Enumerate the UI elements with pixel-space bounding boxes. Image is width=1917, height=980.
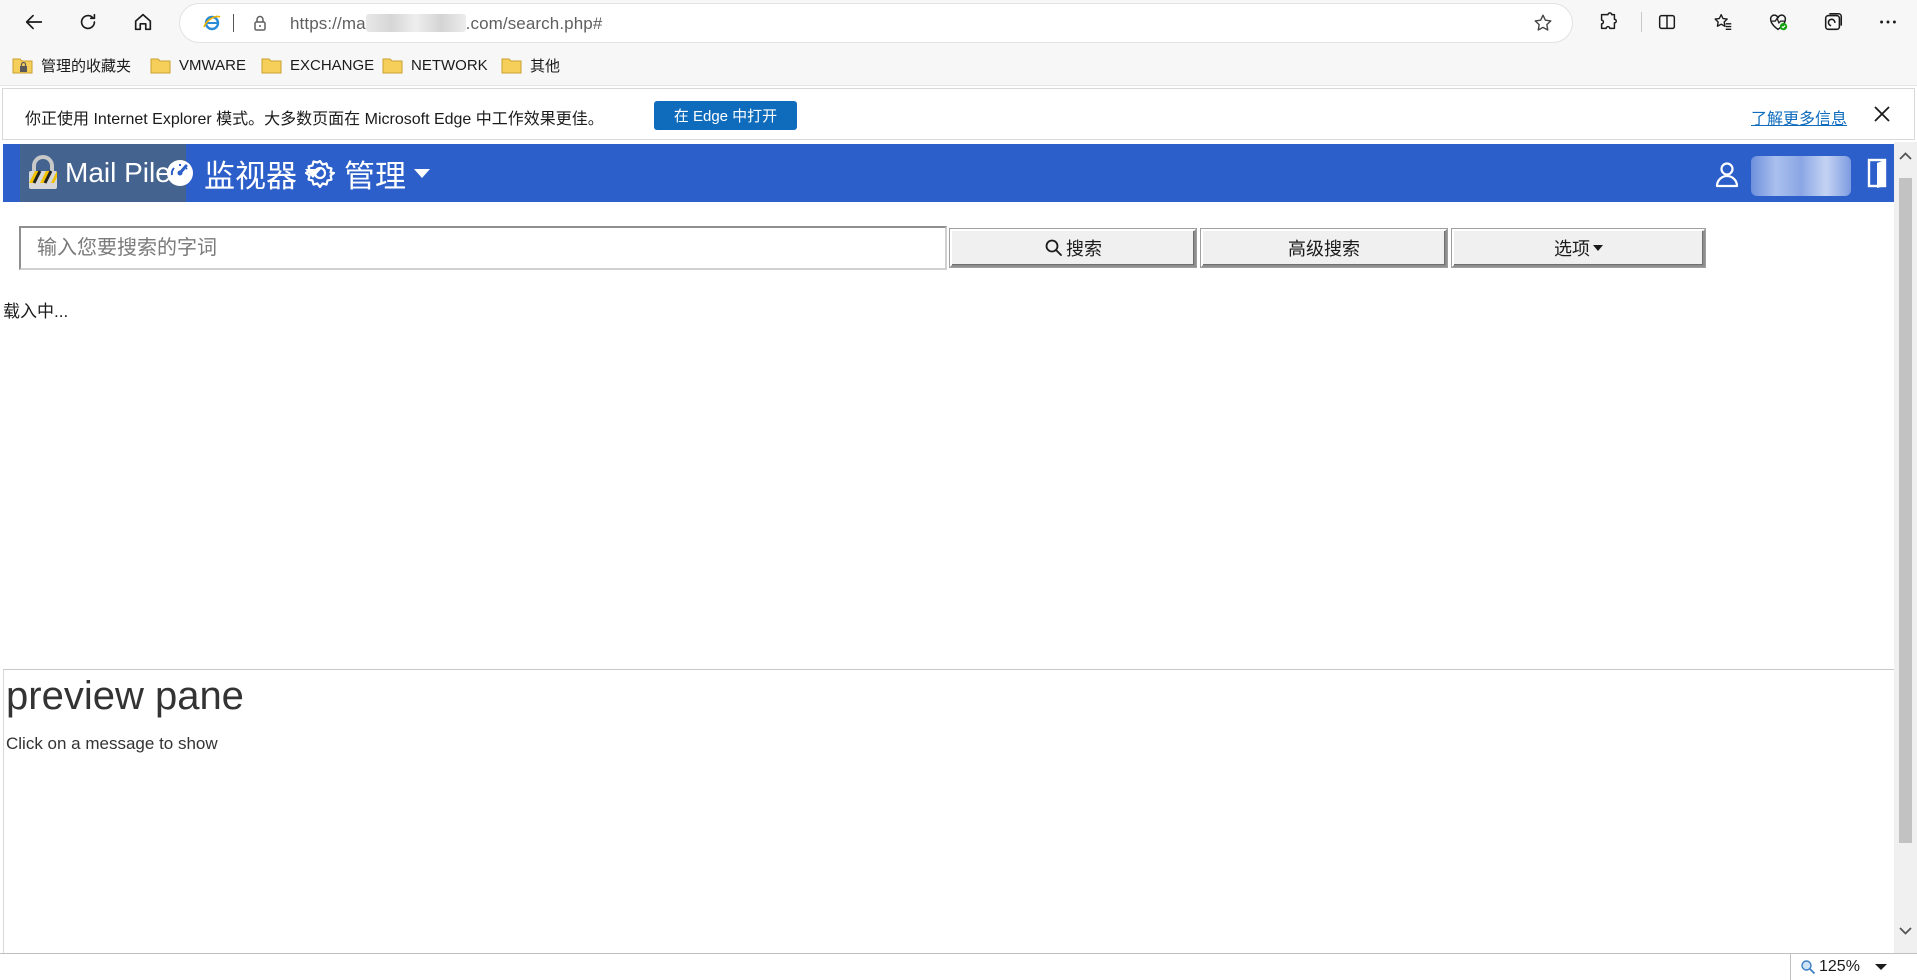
logout-door-icon[interactable] <box>1861 156 1891 190</box>
address-bar[interactable]: https://ma .com/search.php# <box>180 4 1572 42</box>
favorites-button[interactable] <box>1705 4 1741 40</box>
nav-admin-menu[interactable]: 管理 <box>304 152 430 194</box>
arrow-left-icon <box>25 14 43 30</box>
favorite-label: EXCHANGE <box>290 56 375 74</box>
user-icon[interactable] <box>1713 160 1741 188</box>
open-in-edge-button[interactable]: 在 Edge 中打开 <box>654 101 797 130</box>
zoom-level: 125% <box>1819 958 1860 975</box>
preview-pane: preview pane Click on a message to show <box>3 669 1894 953</box>
browser-essentials-button[interactable] <box>1760 4 1796 40</box>
close-icon[interactable] <box>1871 103 1893 125</box>
favorite-label: VMWARE <box>179 56 246 74</box>
nav-monitor-menu[interactable]: 监视器 <box>164 152 321 194</box>
preview-title: preview pane <box>6 674 244 718</box>
ie-mode-message: 你正使用 Internet Explorer 模式。大多数页面在 Microso… <box>25 111 604 128</box>
favorites-list-icon <box>1714 13 1732 31</box>
search-button[interactable]: 搜索 <box>950 229 1196 267</box>
scroll-up-arrow-icon[interactable] <box>1897 148 1914 165</box>
more-menu-button[interactable] <box>1870 4 1906 40</box>
collections-icon <box>1824 12 1843 31</box>
caret-down-icon <box>414 168 430 178</box>
url-redacted <box>365 14 466 32</box>
preview-hint: Click on a message to show <box>6 734 218 753</box>
internet-explorer-icon <box>203 15 221 31</box>
options-button-label: 选项 <box>1554 239 1590 259</box>
loading-text: 载入中... <box>3 302 69 321</box>
home-button[interactable] <box>125 4 161 40</box>
nav-admin-label: 管理 <box>344 158 406 194</box>
browser-toolbar: https://ma .com/search.php# <box>0 0 1917 44</box>
split-screen-icon <box>1658 14 1676 30</box>
zoom-caret-down-icon[interactable] <box>1875 964 1887 970</box>
folder-icon <box>261 58 282 74</box>
url-prefix: https://ma <box>290 14 366 33</box>
brand-name: Mail Piler <box>65 157 181 188</box>
collections-button[interactable] <box>1815 4 1851 40</box>
home-icon <box>134 13 152 31</box>
zoom-control[interactable]: 125% <box>1800 958 1860 976</box>
folder-icon <box>501 58 522 74</box>
managed-favorites-folder-icon <box>12 58 33 74</box>
search-bar: 搜索 高级搜索 选项 <box>19 226 1883 270</box>
favorite-managed[interactable]: 管理的收藏夹 <box>12 54 131 76</box>
caret-down-icon <box>1593 245 1603 251</box>
more-dots-icon <box>1880 20 1896 24</box>
favorite-label: 其他 <box>530 57 561 75</box>
gear-icon <box>304 159 336 189</box>
refresh-button[interactable] <box>70 4 106 40</box>
back-button[interactable] <box>16 4 52 40</box>
user-name-redacted[interactable] <box>1751 156 1851 196</box>
refresh-icon <box>80 13 96 30</box>
dashboard-gauge-icon <box>167 160 193 186</box>
toolbar-divider <box>1641 12 1642 32</box>
favorite-label: NETWORK <box>411 56 488 74</box>
favorites-bar: 管理的收藏夹 VMWARE EXCHANGE NETWORK 其他 <box>0 44 1917 86</box>
split-screen-button[interactable] <box>1649 4 1685 40</box>
favorite-exchange[interactable]: EXCHANGE <box>261 54 374 76</box>
padlock-logo-icon <box>29 155 57 189</box>
favorite-network[interactable]: NETWORK <box>382 54 488 76</box>
extensions-button[interactable] <box>1590 4 1626 40</box>
options-dropdown-button[interactable]: 选项 <box>1452 229 1705 267</box>
app-navbar: Mail Piler 监视器 管理 <box>3 144 1894 202</box>
page-viewport: Mail Piler 监视器 管理 搜索 高级搜索 选项 载入中... prev… <box>3 142 1894 953</box>
favorite-vmware[interactable]: VMWARE <box>150 54 246 76</box>
brand-logo[interactable]: Mail Piler <box>20 144 186 202</box>
zoom-magnifier-icon <box>1801 960 1816 975</box>
url-text[interactable]: https://ma .com/search.php# <box>290 14 602 34</box>
lock-icon[interactable] <box>250 13 270 33</box>
search-button-label: 搜索 <box>1066 239 1102 259</box>
status-bar: 125% <box>0 953 1917 980</box>
advanced-search-button[interactable]: 高级搜索 <box>1201 229 1447 267</box>
nav-monitor-label: 监视器 <box>204 158 297 194</box>
favorite-star-icon[interactable] <box>1532 12 1554 34</box>
search-icon <box>1045 239 1062 256</box>
heart-pulse-icon <box>1769 14 1788 31</box>
folder-icon <box>150 58 171 74</box>
scrollbar-thumb[interactable] <box>1899 178 1912 843</box>
ie-mode-infobar: 你正使用 Internet Explorer 模式。大多数页面在 Microso… <box>2 88 1915 140</box>
search-input[interactable] <box>19 226 947 270</box>
page-scrollbar[interactable] <box>1894 142 1917 953</box>
scroll-down-arrow-icon[interactable] <box>1897 922 1914 939</box>
favorite-other[interactable]: 其他 <box>501 54 560 76</box>
address-separator <box>233 14 234 32</box>
url-suffix: .com/search.php# <box>465 14 603 33</box>
learn-more-link[interactable]: 了解更多信息 <box>1751 105 1847 129</box>
favorite-label: 管理的收藏夹 <box>41 57 132 75</box>
puzzle-icon <box>1600 12 1617 30</box>
folder-icon <box>382 58 403 74</box>
status-separator <box>1790 954 1791 980</box>
